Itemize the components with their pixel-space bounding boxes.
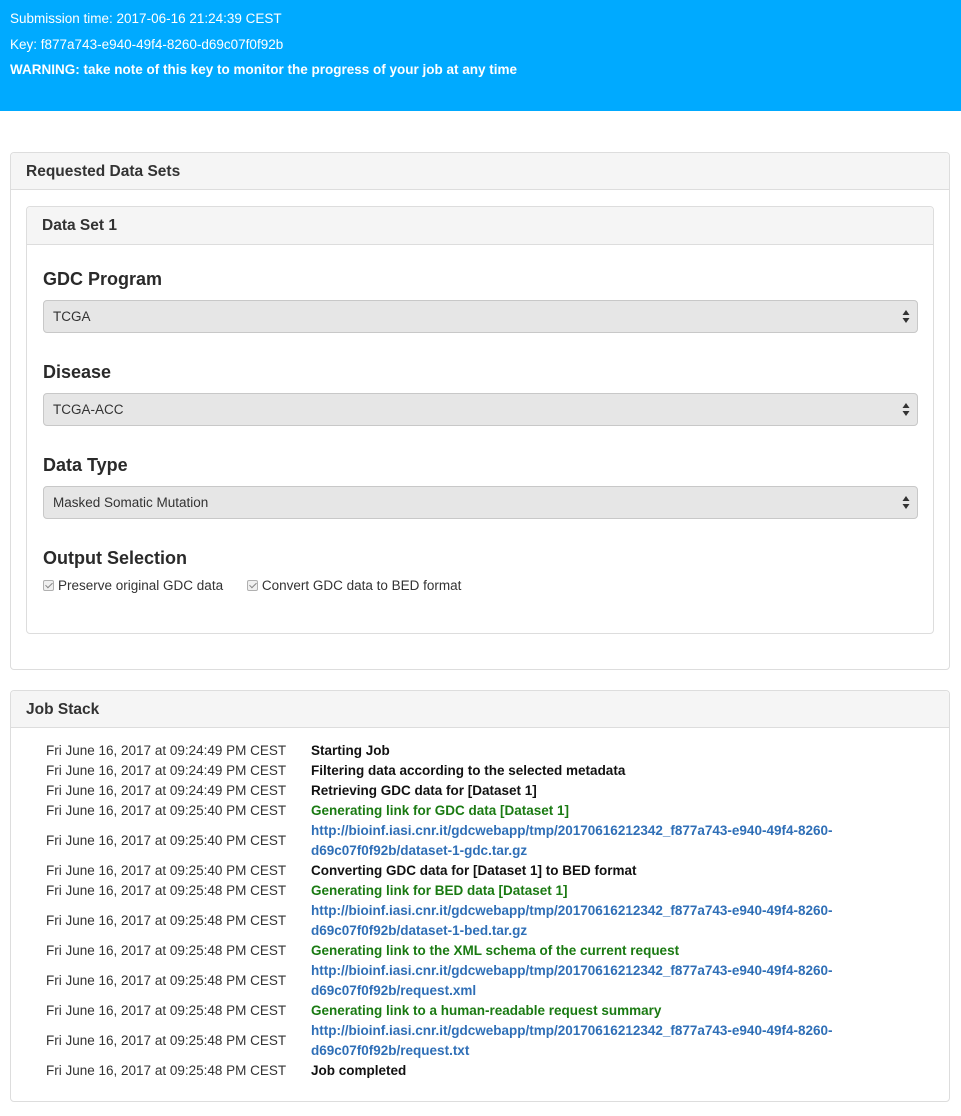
job-timestamp: Fri June 16, 2017 at 09:25:48 PM CEST — [46, 913, 287, 928]
job-message: Generating link for GDC data [Dataset 1] — [311, 803, 570, 818]
data-set-1-title: Data Set 1 — [27, 207, 933, 245]
job-message: Job completed — [311, 1063, 407, 1078]
data-type-value: Masked Somatic Mutation — [53, 495, 209, 510]
job-message: Retrieving GDC data for [Dataset 1] — [311, 783, 537, 798]
data-type-label: Data Type — [43, 455, 128, 475]
job-download-link[interactable]: http://bioinf.iasi.cnr.it/gdcwebapp/tmp/… — [311, 1021, 871, 1061]
job-timestamp: Fri June 16, 2017 at 09:25:48 PM CEST — [46, 973, 287, 988]
job-timestamp: Fri June 16, 2017 at 09:25:48 PM CEST — [46, 1033, 287, 1048]
requested-data-sets-title: Requested Data Sets — [11, 153, 949, 190]
gdc-program-label: GDC Program — [43, 269, 163, 289]
job-timestamp: Fri June 16, 2017 at 09:25:48 PM CEST — [46, 943, 287, 958]
job-row: Fri June 16, 2017 at 09:25:48 PM CEST htt… — [11, 961, 949, 1001]
job-info-banner: Submission time: 2017-06-16 21:24:39 CES… — [0, 0, 961, 111]
job-stack-list: Fri June 16, 2017 at 09:24:49 PM CEST Sta… — [11, 741, 949, 1081]
convert-bed-checkbox[interactable] — [246, 580, 258, 591]
job-stack-title: Job Stack — [11, 691, 949, 728]
requested-data-sets-panel: Requested Data Sets Data Set 1 GDC Progr… — [10, 152, 950, 670]
select-arrows-icon — [902, 403, 910, 416]
gdc-program-select[interactable]: TCGA — [43, 300, 918, 333]
job-key: Key: f877a743-e940-49f4-8260-d69c07f0f92… — [10, 36, 284, 52]
gdc-program-value: TCGA — [53, 309, 91, 324]
submission-time: Submission time: 2017-06-16 21:24:39 CES… — [10, 11, 282, 26]
output-options: Preserve original GDC data Convert GDC d… — [43, 578, 481, 594]
job-timestamp: Fri June 16, 2017 at 09:25:40 PM CEST — [46, 833, 287, 848]
job-timestamp: Fri June 16, 2017 at 09:24:49 PM CEST — [46, 743, 287, 758]
job-row: Fri June 16, 2017 at 09:25:40 PM CEST htt… — [11, 821, 949, 861]
job-message: Generating link to the XML schema of the… — [311, 943, 680, 958]
job-row: Fri June 16, 2017 at 09:25:48 PM CEST Gen… — [11, 1001, 949, 1021]
job-message: Generating link for BED data [Dataset 1] — [311, 883, 568, 898]
job-row: Fri June 16, 2017 at 09:25:40 PM CEST Con… — [11, 861, 949, 881]
job-row: Fri June 16, 2017 at 09:24:49 PM CEST Sta… — [11, 741, 949, 761]
job-row: Fri June 16, 2017 at 09:25:40 PM CEST Gen… — [11, 801, 949, 821]
job-stack-panel: Job Stack Fri June 16, 2017 at 09:24:49 … — [10, 690, 950, 1102]
job-message: Converting GDC data for [Dataset 1] to B… — [311, 863, 637, 878]
job-row: Fri June 16, 2017 at 09:24:49 PM CEST Ret… — [11, 781, 949, 801]
disease-label: Disease — [43, 362, 112, 382]
preserve-gdc-label: Preserve original GDC data — [58, 578, 224, 593]
job-timestamp: Fri June 16, 2017 at 09:25:40 PM CEST — [46, 863, 287, 878]
preserve-gdc-checkbox[interactable] — [43, 580, 54, 591]
disease-select[interactable]: TCGA-ACC — [43, 393, 918, 426]
job-message: Starting Job — [311, 743, 390, 758]
job-message: Filtering data according to the selected… — [311, 763, 626, 778]
job-timestamp: Fri June 16, 2017 at 09:25:48 PM CEST — [46, 1063, 287, 1078]
select-arrows-icon — [902, 310, 910, 323]
job-timestamp: Fri June 16, 2017 at 09:25:40 PM CEST — [46, 803, 287, 818]
job-row: Fri June 16, 2017 at 09:25:48 PM CEST Gen… — [11, 941, 949, 961]
job-download-link[interactable]: http://bioinf.iasi.cnr.it/gdcwebapp/tmp/… — [311, 821, 871, 861]
data-type-select[interactable]: Masked Somatic Mutation — [43, 486, 918, 519]
job-download-link[interactable]: http://bioinf.iasi.cnr.it/gdcwebapp/tmp/… — [311, 901, 871, 941]
job-message: Generating link to a human-readable requ… — [311, 1003, 662, 1018]
convert-bed-option[interactable]: Convert GDC data to BED format — [246, 578, 462, 593]
job-row: Fri June 16, 2017 at 09:25:48 PM CEST htt… — [11, 901, 949, 941]
select-arrows-icon — [902, 496, 910, 509]
job-row: Fri June 16, 2017 at 09:24:49 PM CEST Fil… — [11, 761, 949, 781]
preserve-gdc-option[interactable]: Preserve original GDC data — [43, 578, 223, 593]
job-timestamp: Fri June 16, 2017 at 09:24:49 PM CEST — [46, 783, 287, 798]
disease-value: TCGA-ACC — [53, 402, 124, 417]
job-row: Fri June 16, 2017 at 09:25:48 PM CEST Gen… — [11, 881, 949, 901]
key-warning: WARNING: take note of this key to monito… — [10, 62, 518, 77]
convert-bed-label: Convert GDC data to BED format — [261, 578, 462, 593]
job-row: Fri June 16, 2017 at 09:25:48 PM CEST Job… — [11, 1061, 949, 1081]
output-selection-label: Output Selection — [43, 548, 187, 568]
data-set-1-panel: Data Set 1 GDC Program TCGA Disease TCGA… — [26, 206, 934, 634]
job-download-link[interactable]: http://bioinf.iasi.cnr.it/gdcwebapp/tmp/… — [311, 961, 871, 1001]
job-row: Fri June 16, 2017 at 09:25:48 PM CEST htt… — [11, 1021, 949, 1061]
job-timestamp: Fri June 16, 2017 at 09:24:49 PM CEST — [46, 763, 287, 778]
job-timestamp: Fri June 16, 2017 at 09:25:48 PM CEST — [46, 1003, 287, 1018]
job-timestamp: Fri June 16, 2017 at 09:25:48 PM CEST — [46, 883, 287, 898]
